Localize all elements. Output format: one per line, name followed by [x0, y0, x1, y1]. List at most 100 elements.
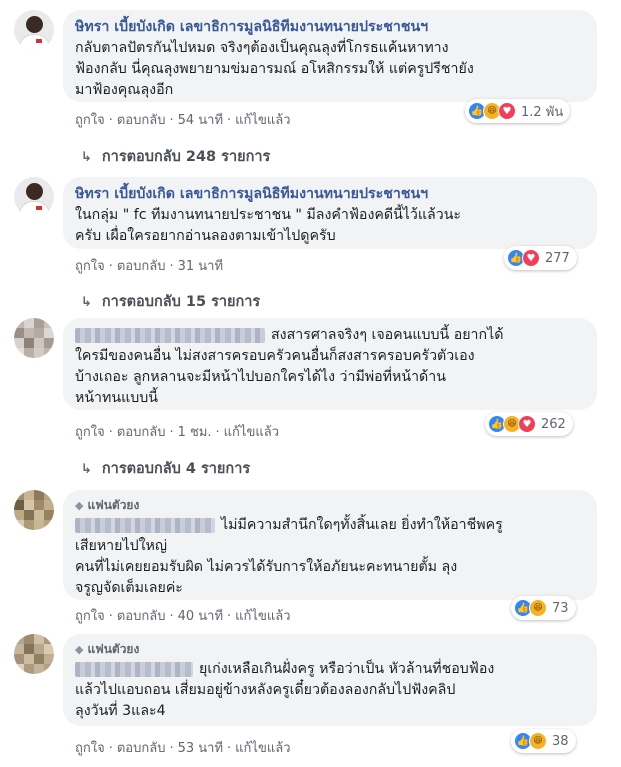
comment-actions: ถูกใจ · ตอบกลับ · 31 นาที: [75, 258, 223, 276]
separator: ·: [108, 609, 113, 624]
haha-reaction-icon: 😆: [529, 732, 547, 750]
reply-button[interactable]: ตอบกลับ: [117, 741, 166, 756]
like-button[interactable]: ถูกใจ: [75, 113, 105, 128]
comment: ษิทรา เบี้ยบังเกิด เลขาธิการมูลนิธิทีมงา…: [14, 177, 604, 287]
comment-text-line: ใครมีของคนอื่น ไม่สงสารครอบครัวคนอื่นก็ส…: [75, 348, 475, 364]
reply-button[interactable]: ตอบกลับ: [117, 113, 166, 128]
comment-text-line: ไม่มีความสำนึกใดๆทั้งสิ้นเลย ยิ่งทำให้อา…: [75, 515, 585, 536]
comment-text-line: ในกลุ่ม " fc ทีมงานทนายประชาชน " มีลงคำฟ…: [75, 207, 462, 223]
comment-text-line: ยุเก่งเหลือเกินฝั่งครู หรือว่าเป็น หัวล้…: [75, 659, 585, 680]
comment-timestamp[interactable]: 1 ชม.: [178, 425, 212, 440]
separator: ·: [169, 259, 174, 274]
blurred-username: [75, 661, 193, 677]
reply-button[interactable]: ตอบกลับ: [117, 609, 166, 624]
comment-text-line: จรูญจัดเต็มเลยค่ะ: [75, 580, 183, 596]
comment-author[interactable]: ษิทรา เบี้ยบังเกิด เลขาธิการมูลนิธิทีมงา…: [75, 17, 585, 38]
replies-label: การตอบกลับ 4 รายการ: [101, 461, 251, 477]
reaction-summary[interactable]: 👍 😆 38: [511, 729, 576, 753]
separator: ·: [227, 609, 232, 624]
reaction-count: 262: [541, 416, 566, 432]
separator: ·: [169, 609, 174, 624]
comment-bubble: ษิทรา เบี้ยบังเกิด เลขาธิการมูลนิธิทีมงา…: [63, 10, 597, 102]
avatar[interactable]: [14, 490, 54, 530]
comment-text-line: ครับ เผื่อใครอยากอ่านลองตามเข้าไปดูครับ: [75, 228, 336, 244]
reply-arrow-icon: ↳: [81, 295, 92, 310]
separator: ·: [227, 113, 232, 128]
comment-author[interactable]: ษิทรา เบี้ยบังเกิด เลขาธิการมูลนิธิทีมงา…: [75, 184, 585, 205]
separator: ·: [108, 259, 113, 274]
comment: สงสารศาลจริงๆ เจอคนแบบนี้ อยากได้ ใครมีข…: [14, 318, 604, 448]
comment-actions: ถูกใจ · ตอบกลับ · 54 นาที · แก้ไขแล้ว: [75, 112, 291, 130]
comment-timestamp[interactable]: 31 นาที: [178, 259, 223, 274]
edited-label[interactable]: แก้ไขแล้ว: [235, 113, 290, 128]
reaction-summary[interactable]: 👍 😆 ♥ 1.2 พัน: [465, 99, 571, 123]
reply-arrow-icon: ↳: [81, 150, 92, 165]
reaction-summary[interactable]: 👍 😆 ♥ 262: [485, 412, 573, 436]
comment-text-line: แล้วไปแอบถอน เสี่ยมอยู่ข้างหลังครูเดี๋ยว…: [75, 682, 456, 698]
comment-bubble: ษิทรา เบี้ยบังเกิด เลขาธิการมูลนิธิทีมงา…: [63, 177, 597, 249]
comment: ◆ แฟนตัวยง ไม่มีความสำนึกใดๆทั้งสิ้นเลย ย…: [14, 490, 604, 625]
comment-text-line: สงสารศาลจริงๆ เจอคนแบบนี้ อยากได้: [75, 325, 585, 346]
comment-actions: ถูกใจ · ตอบกลับ · 40 นาที · แก้ไขแล้ว: [75, 608, 291, 626]
reaction-count: 1.2 พัน: [521, 104, 564, 120]
top-fan-badge: ◆ แฟนตัวยง: [75, 497, 585, 514]
separator: ·: [169, 741, 174, 756]
comment-bubble: ◆ แฟนตัวยง ยุเก่งเหลือเกินฝั่งครู หรือว่า…: [63, 634, 597, 726]
reaction-count: 73: [552, 600, 569, 616]
comment-text: ยุเก่งเหลือเกินฝั่งครู หรือว่าเป็น หัวล้…: [199, 661, 495, 677]
comment-text-line: มาฟ้องคุณลุงอีก: [75, 82, 174, 98]
comment-text: ไม่มีความสำนึกใดๆทั้งสิ้นเลย ยิ่งทำให้อา…: [221, 517, 503, 533]
replies-label: การตอบกลับ 248 รายการ: [101, 149, 271, 165]
edited-label[interactable]: แก้ไขแล้ว: [235, 609, 290, 624]
comment-timestamp[interactable]: 40 นาที: [178, 609, 223, 624]
separator: ·: [215, 425, 220, 440]
diamond-icon: ◆: [75, 643, 84, 656]
comment-actions: ถูกใจ · ตอบกลับ · 53 นาที · แก้ไขแล้ว: [75, 740, 291, 758]
reply-arrow-icon: ↳: [81, 462, 92, 477]
top-fan-badge: ◆ แฟนตัวยง: [75, 641, 585, 658]
comment-timestamp[interactable]: 54 นาที: [178, 113, 223, 128]
reply-button[interactable]: ตอบกลับ: [117, 259, 166, 274]
separator: ·: [108, 741, 113, 756]
view-replies-link[interactable]: ↳ การตอบกลับ 4 รายการ: [81, 459, 250, 480]
comment-text-line: กลับตาลปัตรกันไปหมด จริงๆต้องเป็นคุณลุงท…: [75, 40, 449, 56]
like-button[interactable]: ถูกใจ: [75, 609, 105, 624]
comment-text-line: ฟ้องกลับ นี่คุณลุงพยายามข่มอารมณ์ อโหสิก…: [75, 61, 474, 77]
comment-text-line: หน้าทนแบบนี้: [75, 390, 158, 406]
view-replies-link[interactable]: ↳ การตอบกลับ 248 รายการ: [81, 147, 270, 168]
avatar[interactable]: [14, 634, 54, 674]
diamond-icon: ◆: [75, 499, 84, 512]
comment-text-line: บ้างเถอะ ลูกหลานจะมีหน้าไปบอกใครได้ไง ว่…: [75, 369, 446, 385]
avatar[interactable]: [14, 318, 54, 358]
avatar[interactable]: [14, 10, 54, 50]
comment: ◆ แฟนตัวยง ยุเก่งเหลือเกินฝั่งครู หรือว่า…: [14, 634, 604, 764]
blurred-username: [75, 327, 265, 343]
comment-text: สงสารศาลจริงๆ เจอคนแบบนี้ อยากได้: [271, 327, 504, 343]
reaction-summary[interactable]: 👍 😆 73: [511, 596, 576, 620]
badge-label: แฟนตัวยง: [87, 642, 140, 656]
comment-text-line: คนที่ไม่เคยยอมรับผิด ไม่ควรได้รับการให้อ…: [75, 559, 458, 575]
reply-button[interactable]: ตอบกลับ: [117, 425, 166, 440]
comment-bubble: ◆ แฟนตัวยง ไม่มีความสำนึกใดๆทั้งสิ้นเลย ย…: [63, 490, 597, 600]
comment-actions: ถูกใจ · ตอบกลับ · 1 ชม. · แก้ไขแล้ว: [75, 424, 279, 442]
avatar[interactable]: [14, 177, 54, 217]
haha-reaction-icon: 😆: [529, 599, 547, 617]
like-button[interactable]: ถูกใจ: [75, 259, 105, 274]
separator: ·: [108, 113, 113, 128]
like-button[interactable]: ถูกใจ: [75, 741, 105, 756]
separator: ·: [227, 741, 232, 756]
separator: ·: [108, 425, 113, 440]
edited-label[interactable]: แก้ไขแล้ว: [235, 741, 290, 756]
badge-label: แฟนตัวยง: [87, 498, 140, 512]
view-replies-link[interactable]: ↳ การตอบกลับ 15 รายการ: [81, 292, 260, 313]
love-reaction-icon: ♥: [518, 415, 536, 433]
replies-label: การตอบกลับ 15 รายการ: [101, 294, 261, 310]
like-button[interactable]: ถูกใจ: [75, 425, 105, 440]
separator: ·: [169, 113, 174, 128]
love-reaction-icon: ♥: [498, 102, 516, 120]
comment-text-line: ลุงวันที่ 3และ4: [75, 703, 166, 719]
edited-label[interactable]: แก้ไขแล้ว: [224, 425, 279, 440]
reaction-summary[interactable]: 👍 ♥ 277: [504, 246, 577, 270]
comment-timestamp[interactable]: 53 นาที: [178, 741, 223, 756]
reaction-count: 38: [552, 733, 569, 749]
